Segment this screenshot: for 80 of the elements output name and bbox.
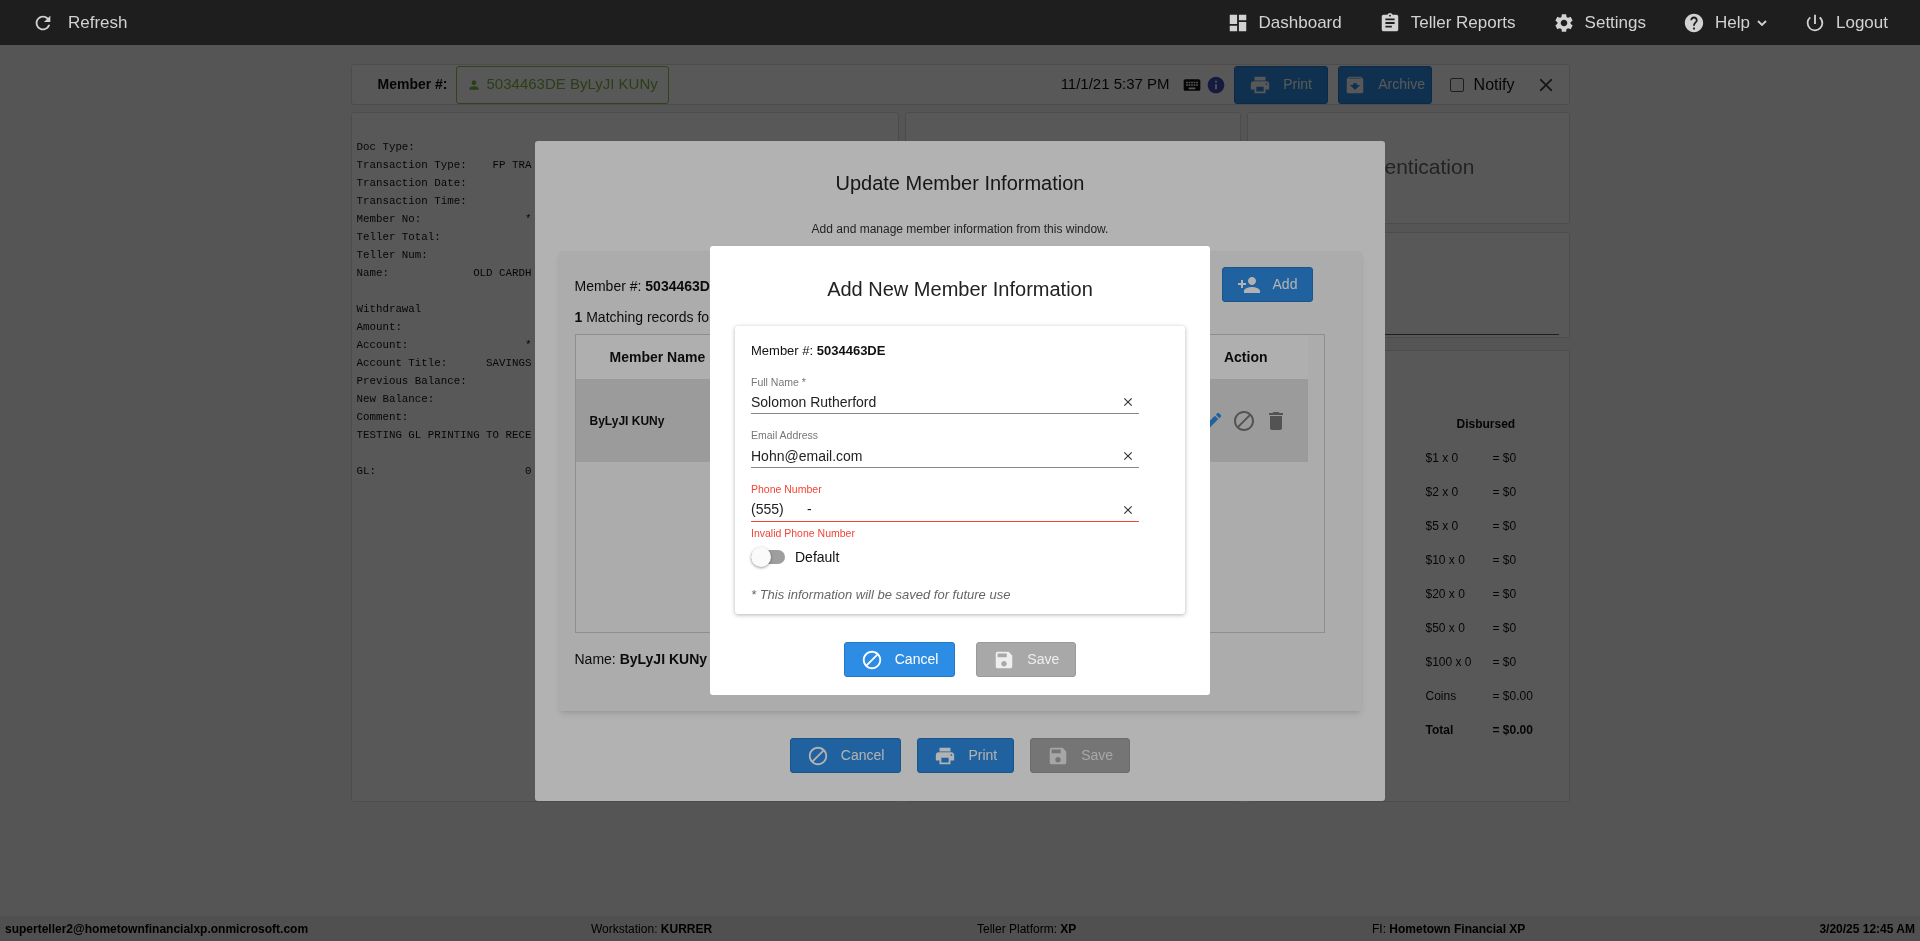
dialog-title: Add New Member Information: [827, 277, 1093, 302]
column-heading: Disbursed: [1455, 416, 1516, 433]
amount: = $0: [1492, 586, 1517, 603]
nav-item[interactable]: Dashboard: [1226, 9, 1342, 36]
toggle-label: Default: [795, 547, 840, 567]
member-label: Member #:: [377, 75, 448, 94]
amount: = $0.00: [1492, 722, 1533, 739]
ban-icon: [806, 744, 829, 767]
checkbox[interactable]: [1449, 77, 1464, 92]
amount: = $0: [1492, 620, 1517, 637]
text-input[interactable]: Hohn@email.com: [751, 444, 1139, 468]
amount: = $0: [1492, 450, 1517, 467]
help-icon: [1683, 11, 1706, 34]
denomination: $5 x 0: [1425, 518, 1460, 535]
receipt-line: Transaction Date:: [356, 176, 467, 191]
receipt-line: Previous Balance:: [356, 374, 467, 389]
member-number: Member #: 5034463DE: [751, 342, 886, 360]
settings-icon: [1552, 11, 1575, 34]
column-header: Action: [1223, 347, 1268, 367]
table-cell-text: ByLyJI KUNy: [588, 413, 665, 430]
receipt-line: New Balance:: [356, 392, 435, 407]
toggle-switch[interactable]: [751, 550, 785, 564]
field-label: Phone Number: [751, 482, 822, 497]
receipt-line: Transaction Type: FP TRA: [356, 158, 532, 173]
info-note: * This information will be saved for future use: [751, 585, 1011, 604]
receipt-line: Account: *: [356, 338, 532, 353]
close-icon: [1121, 449, 1135, 463]
receipt-line: Teller Num:: [356, 248, 428, 263]
receipt-line: Comment:: [356, 410, 409, 425]
member-badge: 5034463DE ByLyJI KUNy: [455, 65, 669, 104]
user-email: superteller2@hometownfinancialxp.onmicrosoft.com: [5, 921, 309, 936]
column-header: Member Name: [608, 347, 706, 367]
status-field: FI: Hometown Financial XP: [1372, 921, 1526, 936]
info-icon[interactable]: [1205, 74, 1226, 95]
receipt-line: GL: 0: [356, 464, 532, 479]
date-time: 3/20/25 12:45 AM: [1819, 920, 1915, 938]
status-field: Teller Platform: XP: [977, 921, 1077, 936]
receipt-line: Withdrawal: [356, 302, 422, 317]
amount: = $0: [1492, 654, 1517, 671]
ban-icon: [860, 648, 883, 671]
field-label: Full Name *: [751, 374, 806, 390]
chevron-down-icon: [1757, 19, 1767, 26]
receipt-line: Transaction Time:: [356, 194, 467, 209]
receipt-line: Name: OLD CARDH: [356, 266, 532, 281]
status-field: Workstation: KURRER: [591, 921, 713, 936]
amount: = $0: [1492, 518, 1517, 535]
text-input[interactable]: (555) -: [751, 497, 1139, 522]
nav-item[interactable]: Help: [1683, 9, 1767, 36]
denomination: $10 x 0: [1425, 552, 1466, 569]
denomination: $100 x 0: [1425, 654, 1473, 671]
denomination: $50 x 0: [1425, 620, 1466, 637]
nav-item[interactable]: Teller Reports: [1378, 9, 1516, 36]
amount: = $0.00: [1492, 688, 1533, 705]
denomination: $2 x 0: [1425, 484, 1460, 501]
receipt-line: Account Title: SAVINGS: [356, 356, 532, 371]
field-label: Email Address: [751, 428, 819, 444]
ban-icon[interactable]: [1231, 409, 1256, 433]
error-message: Invalid Phone Number: [751, 525, 855, 541]
denomination: $1 x 0: [1425, 450, 1460, 467]
text-input[interactable]: Solomon Rutherford: [751, 390, 1139, 415]
denomination: $20 x 0: [1425, 586, 1466, 603]
receipt-line: Teller Total:: [356, 230, 441, 245]
amount: = $0: [1492, 552, 1517, 569]
receipt-line: Member No: *: [356, 212, 532, 227]
dialog-title: Update Member Information: [835, 171, 1085, 196]
amount: = $0: [1492, 484, 1517, 501]
refresh-button[interactable]: Refresh: [32, 9, 128, 36]
receipt-line: Doc Type:: [356, 140, 415, 155]
clear-button[interactable]: [1121, 449, 1135, 463]
match-count: 1 Matching records fo: [574, 308, 710, 327]
receipt-line: TESTING GL PRINTING TO RECE: [356, 428, 532, 443]
denomination: Coins: [1425, 688, 1458, 705]
dialog-subtitle: Add and manage member information from this window.: [811, 221, 1109, 238]
nav-item[interactable]: Settings: [1552, 9, 1647, 36]
nav-item[interactable]: Logout: [1804, 9, 1888, 36]
member-name: Name: ByLyJI KUNy: [574, 650, 708, 669]
receipt-line: Amount:: [356, 320, 402, 335]
date-time: 11/1/21 5:37 PM: [1060, 74, 1170, 95]
denomination: Total: [1425, 722, 1455, 739]
member-number: Member #: 5034463D: [574, 277, 710, 296]
